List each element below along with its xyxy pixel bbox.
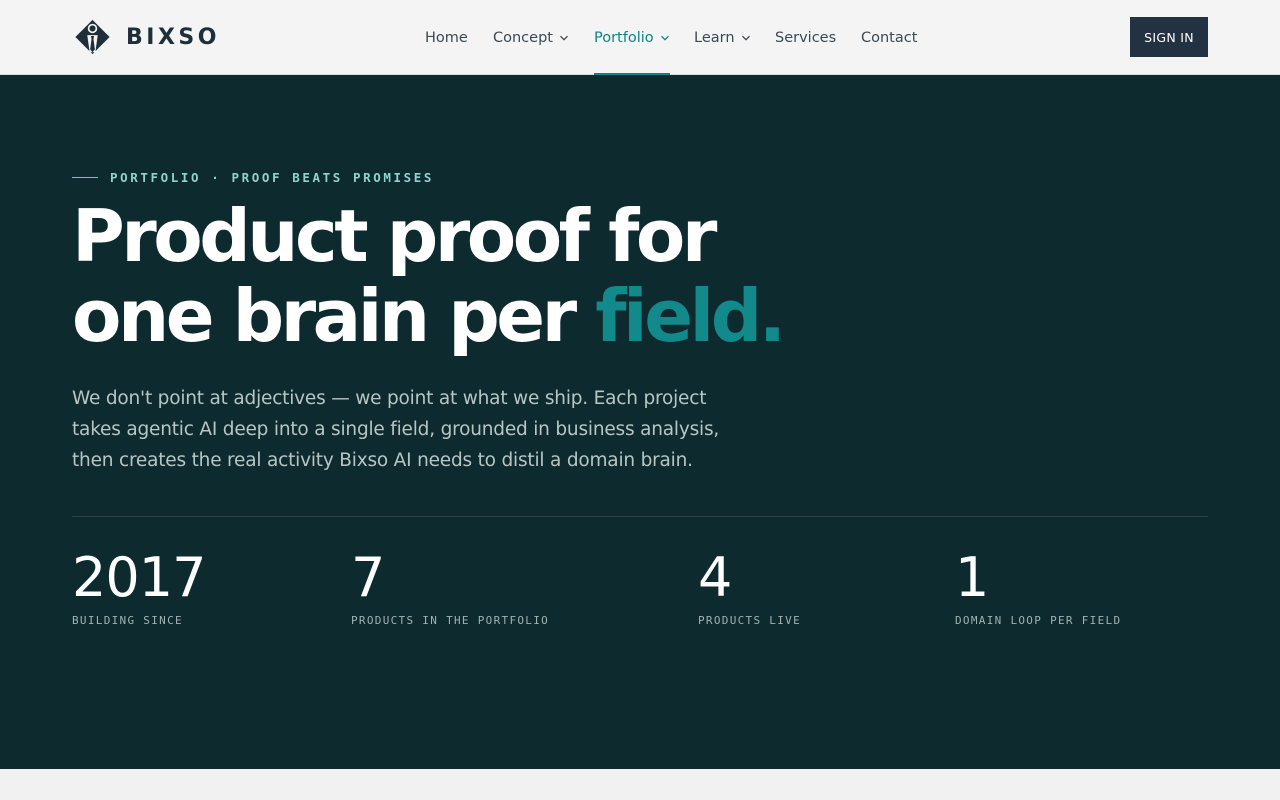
hero-eyebrow: PORTFOLIO · PROOF BEATS PROMISES bbox=[72, 170, 434, 185]
nav-item-label: Home bbox=[425, 29, 468, 46]
nav-item-label: Concept bbox=[493, 29, 553, 46]
stat-label: PRODUCTS IN THE PORTFOLIO bbox=[351, 614, 550, 627]
nav-item-concept[interactable]: Concept bbox=[493, 0, 569, 75]
nav-item-services[interactable]: Services bbox=[775, 0, 836, 75]
chevron-down-icon bbox=[660, 35, 669, 41]
nav-item-label: Contact bbox=[861, 29, 918, 46]
chevron-down-icon bbox=[560, 35, 568, 41]
nav-item-label: Portfolio bbox=[594, 29, 654, 46]
stat-value: 7 bbox=[351, 546, 385, 609]
nav-item-home[interactable]: Home bbox=[425, 0, 468, 75]
stat-label: PRODUCTS LIVE bbox=[698, 614, 801, 627]
stats-divider bbox=[72, 516, 1208, 517]
stat-products-in-portfolio: 7 PRODUCTS IN THE PORTFOLIO bbox=[351, 546, 550, 628]
stat-label: BUILDING SINCE bbox=[72, 614, 183, 627]
nav-item-label: Learn bbox=[694, 29, 735, 46]
headline-line-1: Product proof for bbox=[72, 194, 717, 278]
stat-label: DOMAIN LOOP PER FIELD bbox=[955, 614, 1122, 627]
site-header: BIXSO Home Concept Portfolio Learn Servi… bbox=[0, 0, 1280, 75]
headline-line-2: one brain per bbox=[72, 274, 577, 358]
hero-description: We don't point at adjectives — we point … bbox=[72, 388, 720, 471]
sign-in-button[interactable]: SIGN IN bbox=[1130, 17, 1208, 57]
chevron-down-icon bbox=[741, 35, 750, 41]
stat-building-since: 2017 BUILDING SINCE bbox=[72, 546, 206, 628]
next-section-edge bbox=[0, 769, 1280, 800]
nav-item-contact[interactable]: Contact bbox=[861, 0, 917, 75]
page-title: Product proof for one brain per field. bbox=[72, 196, 972, 356]
stat-value: 1 bbox=[955, 546, 989, 609]
nav-item-portfolio[interactable]: Portfolio bbox=[594, 0, 670, 75]
main-nav: Home Concept Portfolio Learn Services Co… bbox=[0, 0, 1280, 75]
eyebrow-text: PORTFOLIO · PROOF BEATS PROMISES bbox=[110, 170, 435, 185]
eyebrow-rule bbox=[72, 177, 98, 178]
stat-value: 4 bbox=[698, 546, 732, 609]
headline-accent: field. bbox=[595, 274, 786, 358]
stat-products-live: 4 PRODUCTS LIVE bbox=[698, 546, 801, 628]
stat-domain-loop: 1 DOMAIN LOOP PER FIELD bbox=[955, 546, 1122, 628]
nav-item-learn[interactable]: Learn bbox=[694, 0, 751, 75]
stat-value: 2017 bbox=[72, 546, 206, 609]
hero-section: PORTFOLIO · PROOF BEATS PROMISES Product… bbox=[0, 75, 1280, 769]
nav-item-label: Services bbox=[775, 29, 837, 46]
